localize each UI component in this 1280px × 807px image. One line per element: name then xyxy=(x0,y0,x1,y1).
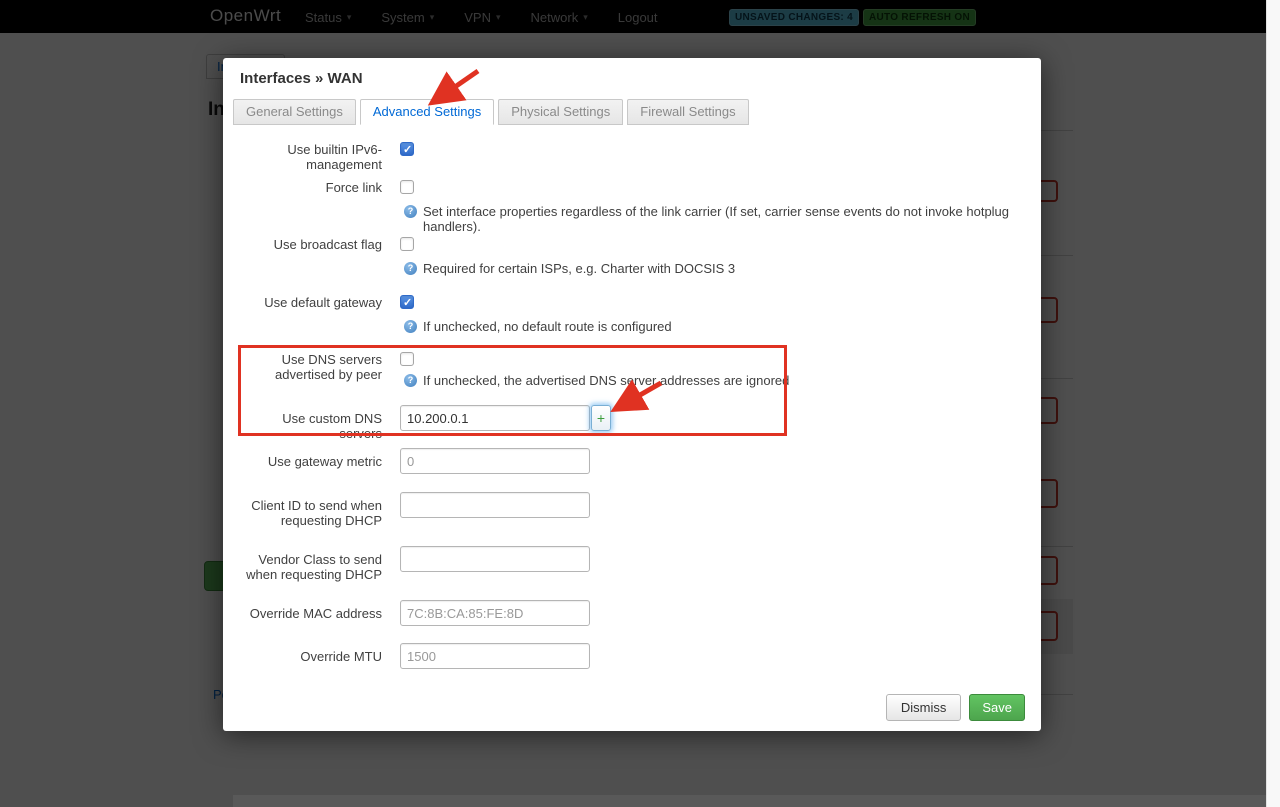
field-label: Use broadcast flag xyxy=(273,237,382,252)
dhcp-vendor-class-input[interactable] xyxy=(400,546,590,572)
help-icon: ? xyxy=(404,205,417,218)
help-icon: ? xyxy=(404,374,417,387)
interfaces-wan-dialog: Interfaces » WAN General Settings Advanc… xyxy=(223,58,1041,731)
help-text: ? Required for certain ISPs, e.g. Charte… xyxy=(400,261,1024,276)
help-text: ? Set interface properties regardless of… xyxy=(400,204,1024,234)
form-row-override-mac: Override MAC address xyxy=(240,600,1024,626)
screen: OpenWrt Status▾ System▾ VPN▾ Network▾ Lo… xyxy=(0,0,1280,807)
form-row-ipv6-management: Use builtin IPv6-management xyxy=(240,142,1024,172)
field-label: Client ID to send when requesting DHCP xyxy=(251,498,382,528)
dhcp-client-id-input[interactable] xyxy=(400,492,590,518)
form-row-client-id: Client ID to send when requesting DHCP xyxy=(240,492,1024,528)
field-label: Use DNS servers advertised by peer xyxy=(275,352,382,382)
add-dns-entry-button[interactable]: + xyxy=(591,405,611,431)
tab-advanced-settings[interactable]: Advanced Settings xyxy=(359,99,495,125)
field-label: Use custom DNS servers xyxy=(282,411,382,441)
gateway-metric-input[interactable] xyxy=(400,448,590,474)
dialog-title: Interfaces » WAN xyxy=(240,70,363,87)
force-link-checkbox[interactable] xyxy=(400,180,414,194)
form-row-override-mtu: Override MTU xyxy=(240,643,1024,669)
help-text: ? If unchecked, the advertised DNS serve… xyxy=(400,373,1024,388)
field-label: Vendor Class to send when requesting DHC… xyxy=(246,552,382,582)
form-row-default-gateway: Use default gateway ? If unchecked, no d… xyxy=(240,295,1024,334)
form-row-gateway-metric: Use gateway metric xyxy=(240,448,1024,474)
help-text: ? If unchecked, no default route is conf… xyxy=(400,319,1024,334)
plus-icon: + xyxy=(596,410,606,426)
tab-firewall-settings[interactable]: Firewall Settings xyxy=(627,99,749,125)
form-row-vendor-class: Vendor Class to send when requesting DHC… xyxy=(240,546,1024,582)
override-mac-input[interactable] xyxy=(400,600,590,626)
form-row-force-link: Force link ? Set interface properties re… xyxy=(240,180,1024,234)
form-row-broadcast-flag: Use broadcast flag ? Required for certai… xyxy=(240,237,1024,276)
default-gateway-checkbox[interactable] xyxy=(400,295,414,310)
help-icon: ? xyxy=(404,320,417,333)
page-scrollbar[interactable] xyxy=(1266,0,1280,807)
custom-dns-input[interactable] xyxy=(400,405,590,431)
dialog-buttons: Dismiss Save xyxy=(885,694,1025,721)
ipv6-management-checkbox[interactable] xyxy=(400,142,414,157)
field-label: Force link xyxy=(325,180,382,195)
override-mtu-input[interactable] xyxy=(400,643,590,669)
tab-physical-settings[interactable]: Physical Settings xyxy=(498,99,624,125)
broadcast-flag-checkbox[interactable] xyxy=(400,237,414,251)
save-button[interactable]: Save xyxy=(969,694,1025,721)
field-label: Use gateway metric xyxy=(267,454,382,469)
field-label: Use default gateway xyxy=(264,295,382,310)
form-row-dns-advertised: Use DNS servers advertised by peer ? If … xyxy=(240,352,1024,388)
background-footer-strip xyxy=(233,795,1266,807)
dismiss-button[interactable]: Dismiss xyxy=(885,694,962,721)
field-label: Override MTU xyxy=(300,649,382,664)
field-label: Use builtin IPv6-management xyxy=(287,142,382,172)
field-label: Override MAC address xyxy=(249,606,382,621)
tab-general-settings[interactable]: General Settings xyxy=(233,99,356,125)
help-icon: ? xyxy=(404,262,417,275)
settings-tabs: General Settings Advanced Settings Physi… xyxy=(233,99,753,125)
dns-advertised-checkbox[interactable] xyxy=(400,352,414,366)
form-row-custom-dns: Use custom DNS servers + xyxy=(240,405,1024,441)
